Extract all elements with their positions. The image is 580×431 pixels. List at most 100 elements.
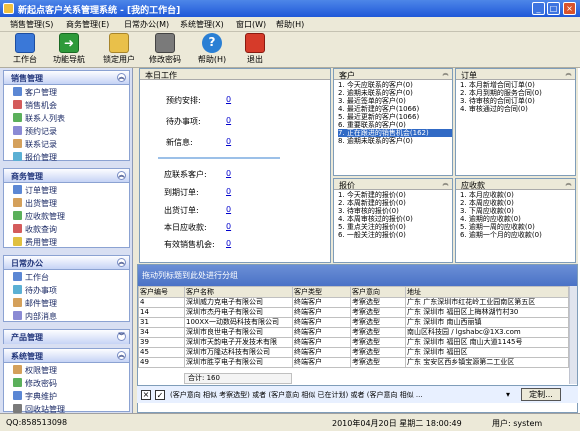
list-item[interactable]: 5. 重点关注的报价(0) bbox=[338, 223, 452, 231]
todo-count-link[interactable]: 0 bbox=[226, 116, 231, 125]
nav-item-change-password[interactable]: 修改密码 bbox=[4, 376, 129, 389]
office-group-header[interactable]: 日常办公 ︽ bbox=[4, 256, 129, 270]
nav-item-orders[interactable]: 订单管理 bbox=[4, 183, 129, 196]
collapse-icon[interactable]: ︽ bbox=[564, 180, 573, 188]
nav-item-appointments[interactable]: 预约记录 bbox=[4, 124, 129, 137]
collapse-icon[interactable]: ︽ bbox=[441, 180, 450, 188]
list-item[interactable]: 1. 今天应联系的客户(0) bbox=[338, 81, 452, 89]
collapse-icon[interactable]: ︽ bbox=[117, 351, 126, 360]
list-item[interactable]: 3. 下周应收款(0) bbox=[460, 207, 575, 215]
minimize-button[interactable]: _ bbox=[532, 2, 545, 15]
menu-business[interactable]: 商务管理(E) bbox=[66, 19, 109, 30]
nav-item-mail[interactable]: 邮件管理 bbox=[4, 296, 129, 309]
list-item[interactable]: 1. 本月应收款(0) bbox=[460, 191, 575, 199]
nav-item-todo[interactable]: 待办事项 bbox=[4, 283, 129, 296]
expand-icon[interactable]: ︾ bbox=[117, 332, 126, 341]
navigate-button[interactable]: ➜ 功能导航 bbox=[50, 33, 88, 66]
system-group-header[interactable]: 系统管理 ︽ bbox=[4, 349, 129, 363]
list-item[interactable]: 4. 审核通过的合同(0) bbox=[460, 105, 575, 113]
list-item[interactable]: 4. 本周审核过的报价(0) bbox=[338, 215, 452, 223]
nav-item-shipments[interactable]: 出货管理 bbox=[4, 196, 129, 209]
collapse-icon[interactable]: ︽ bbox=[117, 73, 126, 82]
column-header-id[interactable]: 客户编号 bbox=[138, 286, 185, 298]
help-button[interactable]: ? 帮助(H) bbox=[196, 33, 228, 66]
exit-button[interactable]: 退出 bbox=[240, 33, 270, 66]
nav-item-payment-query[interactable]: 收款查询 bbox=[4, 222, 129, 235]
list-item[interactable]: 2. 逾期未联系的客户(0) bbox=[338, 89, 452, 97]
group-by-area[interactable]: 拖动列标题到此处进行分组 bbox=[138, 265, 577, 286]
column-header-address[interactable]: 地址 bbox=[405, 286, 569, 298]
list-item[interactable]: 6. 逾期一个月的应收款(0) bbox=[460, 231, 575, 239]
table-header-row: 客户编号 客户名称 客户类型 客户意向 地址 bbox=[138, 286, 569, 298]
appointment-count-link[interactable]: 0 bbox=[226, 95, 231, 104]
collapse-icon[interactable]: ︽ bbox=[117, 258, 126, 267]
nav-item-opportunity[interactable]: 销售机会 bbox=[4, 98, 129, 111]
maximize-button[interactable]: □ bbox=[547, 2, 560, 15]
opportunity-count-link[interactable]: 0 bbox=[226, 239, 231, 248]
list-item-selected[interactable]: 7. 正在跟进的销售机会(162) bbox=[338, 129, 452, 137]
due-order-count-link[interactable]: 0 bbox=[226, 187, 231, 196]
nav-item-workbench[interactable]: 工作台 bbox=[4, 270, 129, 283]
table-row[interactable]: 4 深圳威力克电子有限公司 终端客户 考察选型 广东 广东深圳市红花岭工业园南区第五区 bbox=[138, 297, 569, 308]
new-message-count-link[interactable]: 0 bbox=[226, 137, 231, 146]
filter-dropdown-icon[interactable]: ▾ bbox=[506, 390, 510, 399]
nav-item-permissions[interactable]: 权限管理 bbox=[4, 363, 129, 376]
table-row[interactable]: 45 深圳市万隆达科技有限公司 终端客户 考察选型 广东 深圳市 福田区 bbox=[138, 347, 569, 358]
nav-item-quotes[interactable]: 报价管理 bbox=[4, 150, 129, 163]
collapse-icon[interactable]: ︽ bbox=[564, 70, 573, 78]
nav-item-customer[interactable]: 客户管理 bbox=[4, 85, 129, 98]
table-row[interactable]: 14 深圳市杰丹电子有限公司 终端客户 考察选型 广东 深圳市 福田区上梅林湖竹村30 bbox=[138, 307, 569, 318]
column-header-type[interactable]: 客户类型 bbox=[292, 286, 351, 298]
column-header-intent[interactable]: 客户意向 bbox=[350, 286, 406, 298]
nav-item-dictionary[interactable]: 字典维护 bbox=[4, 389, 129, 402]
list-item[interactable]: 1. 本月新增合同订单(0) bbox=[460, 81, 575, 89]
nav-item-messages[interactable]: 内部消息 bbox=[4, 309, 129, 322]
contact-customer-count-link[interactable]: 0 bbox=[226, 169, 231, 178]
menu-window[interactable]: 窗口(W) bbox=[236, 19, 266, 30]
list-item[interactable]: 5. 逾期一周的应收款(0) bbox=[460, 223, 575, 231]
list-item[interactable]: 5. 最近更新的客户(1066) bbox=[338, 113, 452, 121]
menu-office[interactable]: 日常办公(M) bbox=[124, 19, 169, 30]
menu-help[interactable]: 帮助(H) bbox=[276, 19, 304, 30]
list-item[interactable]: 8. 逾期未联系的客户(0) bbox=[338, 137, 452, 145]
list-item[interactable]: 6. 重要联系的客户(0) bbox=[338, 121, 452, 129]
receivable-today-count-link[interactable]: 0 bbox=[226, 222, 231, 231]
collapse-icon[interactable]: ︽ bbox=[117, 171, 126, 180]
lock-user-button[interactable]: 锁定用户 bbox=[100, 33, 138, 66]
nav-item-contact-records[interactable]: 联系记录 bbox=[4, 137, 129, 150]
list-item[interactable]: 2. 本周应收款(0) bbox=[460, 199, 575, 207]
workbench-button[interactable]: 工作台 bbox=[8, 33, 42, 66]
list-item[interactable]: 4. 最近新建的客户(1066) bbox=[338, 105, 452, 113]
column-header-name[interactable]: 客户名称 bbox=[184, 286, 293, 298]
list-item[interactable]: 3. 待审核的报价(0) bbox=[338, 207, 452, 215]
filter-checkbox[interactable]: ✓ bbox=[155, 390, 165, 400]
nav-item-contacts[interactable]: 联系人列表 bbox=[4, 111, 129, 124]
sales-group-header[interactable]: 销售管理 ︽ bbox=[4, 71, 129, 85]
list-item[interactable]: 3. 待审核的合同订单(0) bbox=[460, 97, 575, 105]
list-item[interactable]: 3. 最近签单的客户(0) bbox=[338, 97, 452, 105]
close-button[interactable]: × bbox=[563, 2, 576, 15]
nav-item-receivables[interactable]: 应收款管理 bbox=[4, 209, 129, 222]
collapse-icon[interactable]: ︽ bbox=[441, 70, 450, 78]
system-group: 系统管理 ︽ 权限管理 修改密码 字典维护 回收站管理 bbox=[3, 348, 130, 414]
list-item[interactable]: 2. 本周新建的报价(0) bbox=[338, 199, 452, 207]
list-item[interactable]: 6. 一般关注的报价(0) bbox=[338, 231, 452, 239]
customize-filter-button[interactable]: 定制... bbox=[521, 388, 561, 401]
list-item[interactable]: 2. 本月到期的服务合同(0) bbox=[460, 89, 575, 97]
list-item[interactable]: 1. 今天新建的报价(0) bbox=[338, 191, 452, 199]
menu-system[interactable]: 系统管理(X) bbox=[180, 19, 224, 30]
table-row[interactable]: 34 深圳市良世电子有限公司 终端客户 考察选型 南山区科技园 / lgshabc@1X… bbox=[138, 327, 569, 338]
business-group-header[interactable]: 商务管理 ︽ bbox=[4, 169, 129, 183]
clear-filter-icon[interactable]: × bbox=[141, 390, 151, 400]
shipment-order-count-link[interactable]: 0 bbox=[226, 205, 231, 214]
menu-sales[interactable]: 销售管理(S) bbox=[10, 19, 53, 30]
grid-vertical-scrollbar[interactable] bbox=[569, 286, 577, 384]
product-group-header[interactable]: 产品管理 ︾ bbox=[4, 330, 129, 344]
table-row[interactable]: 39 深圳市天韵电子开发技术有限 终端客户 考察选型 广东 深圳市 福田区 南山大道11… bbox=[138, 337, 569, 348]
table-row[interactable]: 49 深圳市胜亨电子有限公司 终端客户 考察选型 广东 宝安区西乡镇宝源第二工业区 bbox=[138, 357, 569, 368]
list-item[interactable]: 4. 逾期的应收款(0) bbox=[460, 215, 575, 223]
table-row[interactable]: 31 100XX一动数码科技有限公司 终端客户 考察选型 广东 深圳市 南山西丽镇 bbox=[138, 317, 569, 328]
filter-bar: × ✓ (客户意向 相似 考察选型) 或者 (客户意向 相似 已在计划) 或者 … bbox=[137, 385, 578, 403]
change-password-button[interactable]: 修改密码 bbox=[146, 33, 184, 66]
nav-item-expenses[interactable]: 费用管理 bbox=[4, 235, 129, 248]
